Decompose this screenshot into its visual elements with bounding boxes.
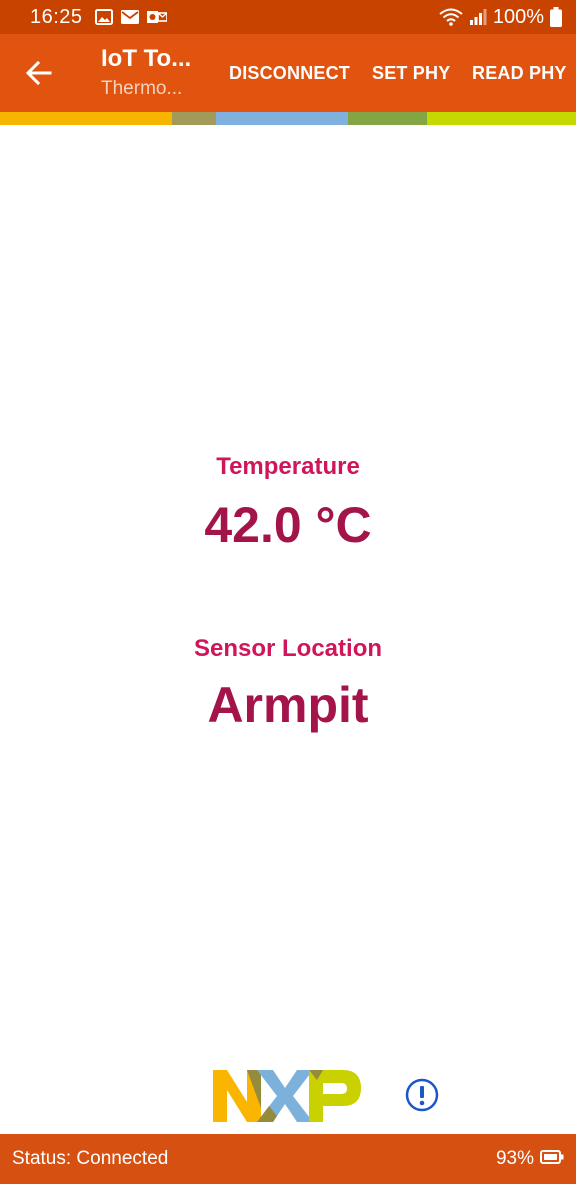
device-battery: 93% <box>496 1148 564 1170</box>
app-bar: IoT To... Thermo... DISCONNECT SET PHY R… <box>0 34 576 112</box>
stripe-segment <box>172 112 216 125</box>
stripe-segment <box>0 112 173 125</box>
app-subtitle: Thermo... <box>101 78 183 99</box>
nxp-logo <box>213 1068 363 1129</box>
connection-status-text: Status: Connected <box>12 1148 169 1169</box>
notification-icons <box>94 9 167 25</box>
back-button[interactable] <box>20 54 58 92</box>
app-title: IoT To... <box>101 45 192 72</box>
battery-full-icon <box>550 7 562 27</box>
sensor-location-value: Armpit <box>207 677 369 733</box>
temperature-value: 42.0 °C <box>204 497 372 553</box>
stripe-segment <box>427 112 576 125</box>
signal-icon <box>469 8 487 26</box>
sensor-location-label: Sensor Location <box>193 635 383 662</box>
info-icon <box>405 1078 439 1112</box>
outlook-icon <box>146 9 167 25</box>
color-stripe <box>0 112 576 125</box>
disconnect-button[interactable]: DISCONNECT <box>229 62 350 84</box>
title-block: IoT To... Thermo... <box>101 44 211 102</box>
system-status-bar: 16:25 100% <box>0 0 576 34</box>
temperature-label: Temperature <box>216 453 360 480</box>
arrow-left-icon <box>26 61 52 85</box>
wifi-icon <box>439 8 463 26</box>
device-battery-text: 93% <box>495 1148 534 1169</box>
status-battery-text: 100% <box>492 5 544 28</box>
connection-status-bar: Status: Connected 93% <box>0 1134 576 1184</box>
screen: 16:25 100% IoT To... Thermo... DISCONNEC… <box>0 0 576 1184</box>
status-right: 100% <box>439 6 562 29</box>
set-phy-button[interactable]: SET PHY <box>372 62 450 84</box>
battery-icon <box>540 1148 564 1170</box>
image-icon <box>94 9 113 25</box>
info-button[interactable] <box>405 1078 439 1112</box>
stripe-segment <box>215 112 349 125</box>
status-time: 16:25 <box>30 5 83 28</box>
read-phy-button[interactable]: READ PHY <box>472 62 567 84</box>
mail-icon <box>120 10 139 24</box>
stripe-segment <box>348 112 428 125</box>
